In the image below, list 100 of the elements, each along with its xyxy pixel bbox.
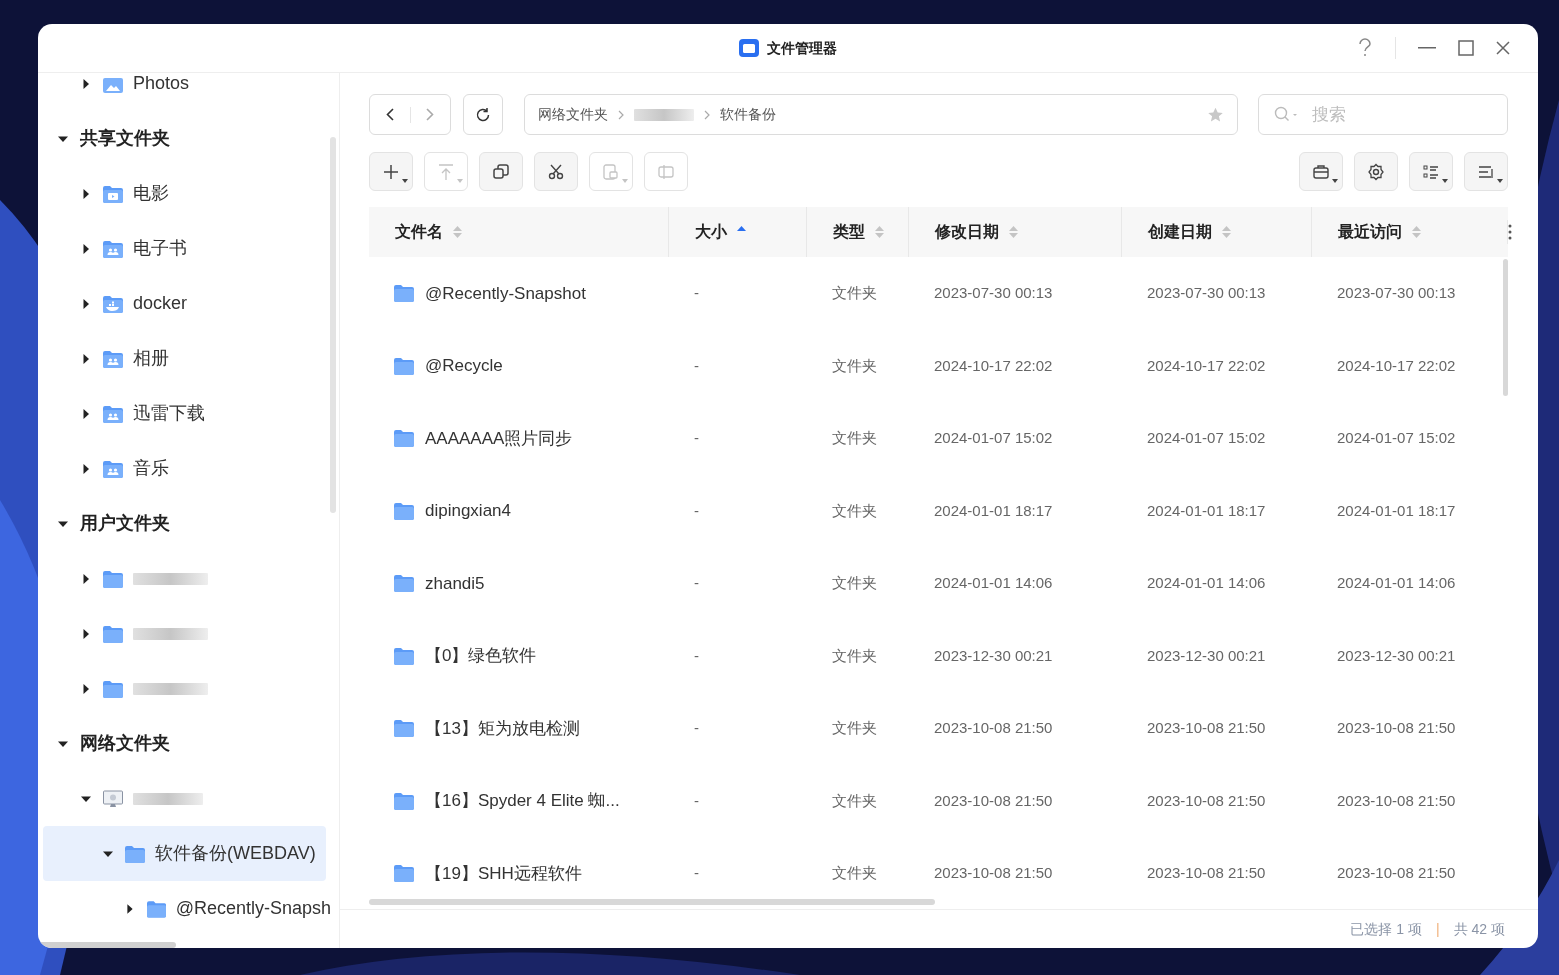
table-cell: 文件夹 bbox=[832, 791, 877, 809]
column-header[interactable]: 文件名 bbox=[395, 220, 443, 244]
tree-item[interactable]: Photos bbox=[38, 73, 331, 111]
expand-icon[interactable] bbox=[81, 78, 91, 89]
path-bar[interactable]: 网络文件夹 软件备份 bbox=[524, 94, 1238, 135]
expand-icon[interactable] bbox=[125, 903, 135, 914]
table-cell: 2023-10-08 21:50 bbox=[1337, 864, 1456, 882]
copy-icon bbox=[492, 162, 510, 181]
tree-item[interactable]: docker bbox=[38, 276, 331, 331]
shared-folder-icon bbox=[103, 404, 123, 423]
upload-icon bbox=[437, 162, 455, 181]
toolbar-button[interactable] bbox=[1464, 152, 1508, 191]
more-icon[interactable] bbox=[1508, 224, 1512, 240]
section-header[interactable]: 共享文件夹 bbox=[38, 111, 331, 166]
table-cell: - bbox=[694, 719, 699, 737]
search-field[interactable]: 搜索 bbox=[1258, 94, 1508, 135]
folder-icon bbox=[125, 844, 145, 863]
table-cell: 2024-01-01 14:06 bbox=[934, 574, 1053, 592]
breadcrumb-item[interactable]: 软件备份 bbox=[720, 104, 776, 125]
maximize-icon[interactable] bbox=[1458, 40, 1474, 56]
close-icon[interactable] bbox=[1496, 41, 1510, 55]
expand-icon[interactable] bbox=[81, 463, 91, 474]
folder-icon bbox=[394, 574, 414, 593]
table-cell: 文件夹 bbox=[832, 356, 877, 374]
expand-icon[interactable] bbox=[81, 353, 91, 364]
forward-icon bbox=[426, 108, 435, 121]
column-header[interactable]: 修改日期 bbox=[935, 220, 999, 244]
shared-folder-icon bbox=[103, 349, 123, 368]
expand-icon[interactable] bbox=[81, 683, 91, 694]
toolbar-button[interactable] bbox=[1354, 152, 1398, 191]
chevron-icon bbox=[704, 109, 710, 120]
table-cell: 2023-10-08 21:50 bbox=[1147, 864, 1266, 882]
file-name[interactable]: zhandi5 bbox=[425, 570, 485, 596]
refresh-button[interactable] bbox=[463, 94, 503, 135]
paste-icon bbox=[602, 162, 620, 181]
table-cell: 2023-12-30 00:21 bbox=[1147, 646, 1266, 664]
tree-item[interactable]: 软件备份(WEBDAV) bbox=[43, 826, 326, 881]
folder-icon bbox=[103, 569, 123, 588]
file-name[interactable]: 【13】矩为放电检测 bbox=[425, 715, 580, 741]
list-icon bbox=[1422, 162, 1440, 181]
file-name[interactable]: 【16】Spyder 4 Elite 蜘... bbox=[425, 788, 620, 814]
chevron-icon bbox=[618, 109, 624, 120]
column-header[interactable]: 创建日期 bbox=[1148, 220, 1212, 244]
table-cell: 文件夹 bbox=[832, 284, 877, 302]
tree-item[interactable]: 音乐 bbox=[38, 441, 331, 496]
breadcrumb-item[interactable]: 网络文件夹 bbox=[538, 104, 608, 125]
section-header[interactable]: 网络文件夹 bbox=[38, 716, 331, 771]
tree-item[interactable]: 相册 bbox=[38, 331, 331, 386]
file-name[interactable]: AAAAAAA照片同步 bbox=[425, 425, 573, 451]
table-cell: - bbox=[694, 429, 699, 447]
expand-icon[interactable] bbox=[81, 408, 91, 419]
toolbar-button[interactable] bbox=[369, 152, 413, 191]
tree-item[interactable]: 电子书 bbox=[38, 221, 331, 276]
table-cell: 2023-10-08 21:50 bbox=[934, 791, 1053, 809]
column-header[interactable]: 大小 bbox=[695, 220, 727, 244]
column-header[interactable]: 最近访问 bbox=[1338, 220, 1402, 244]
scrollbar[interactable] bbox=[330, 137, 336, 513]
table-cell: - bbox=[694, 501, 699, 519]
help-icon[interactable] bbox=[1357, 38, 1373, 58]
expand-icon[interactable] bbox=[81, 188, 91, 199]
table-cell: - bbox=[694, 646, 699, 664]
table-cell: 2023-12-30 00:21 bbox=[1337, 646, 1456, 664]
toolbar-button[interactable] bbox=[1299, 152, 1343, 191]
settings-icon bbox=[1367, 162, 1385, 181]
expand-icon[interactable] bbox=[81, 243, 91, 254]
table-cell: - bbox=[694, 574, 699, 592]
scrollbar[interactable] bbox=[369, 899, 935, 905]
toolbar-button[interactable] bbox=[534, 152, 578, 191]
table-cell: 2023-10-08 21:50 bbox=[1147, 791, 1266, 809]
star-icon[interactable] bbox=[1207, 106, 1224, 123]
scrollbar[interactable] bbox=[1503, 259, 1508, 396]
expand-icon[interactable] bbox=[81, 298, 91, 309]
toolbar-button[interactable] bbox=[1409, 152, 1453, 191]
expand-icon[interactable] bbox=[81, 573, 91, 584]
table-cell: 2024-01-01 18:17 bbox=[934, 501, 1053, 519]
file-name[interactable]: @Recycle bbox=[425, 353, 503, 379]
file-name[interactable]: 【0】绿色软件 bbox=[425, 643, 537, 669]
section-header[interactable]: 用户文件夹 bbox=[38, 496, 331, 551]
table-cell: 文件夹 bbox=[832, 574, 877, 592]
file-name[interactable]: @Recently-Snapshot bbox=[425, 280, 586, 306]
file-name[interactable]: 【19】SHH远程软件 bbox=[425, 860, 582, 886]
folder-icon bbox=[146, 899, 166, 918]
table-cell: 2023-07-30 00:13 bbox=[1337, 284, 1456, 302]
table-cell: 2024-01-01 14:06 bbox=[1147, 574, 1266, 592]
toolbar-button[interactable] bbox=[479, 152, 523, 191]
tree-item[interactable]: @Recently-Snapsh bbox=[38, 881, 331, 936]
item-count: 共 42 项 bbox=[1453, 919, 1505, 939]
refresh-icon bbox=[475, 106, 491, 123]
table-cell: 2024-10-17 22:02 bbox=[934, 356, 1053, 374]
expand-icon[interactable] bbox=[81, 628, 91, 639]
file-name[interactable]: dipingxian4 bbox=[425, 498, 511, 524]
minimize-icon[interactable] bbox=[1418, 47, 1436, 49]
tree-item[interactable]: 迅雷下载 bbox=[38, 386, 331, 441]
tree-item[interactable]: 电影 bbox=[38, 166, 331, 221]
table-cell: 2024-01-01 18:17 bbox=[1147, 501, 1266, 519]
table-cell: 2023-10-08 21:50 bbox=[1337, 719, 1456, 737]
folder-icon bbox=[394, 356, 414, 375]
folder-icon bbox=[394, 501, 414, 520]
column-header[interactable]: 类型 bbox=[833, 220, 865, 244]
shared-folder-icon bbox=[103, 239, 123, 258]
